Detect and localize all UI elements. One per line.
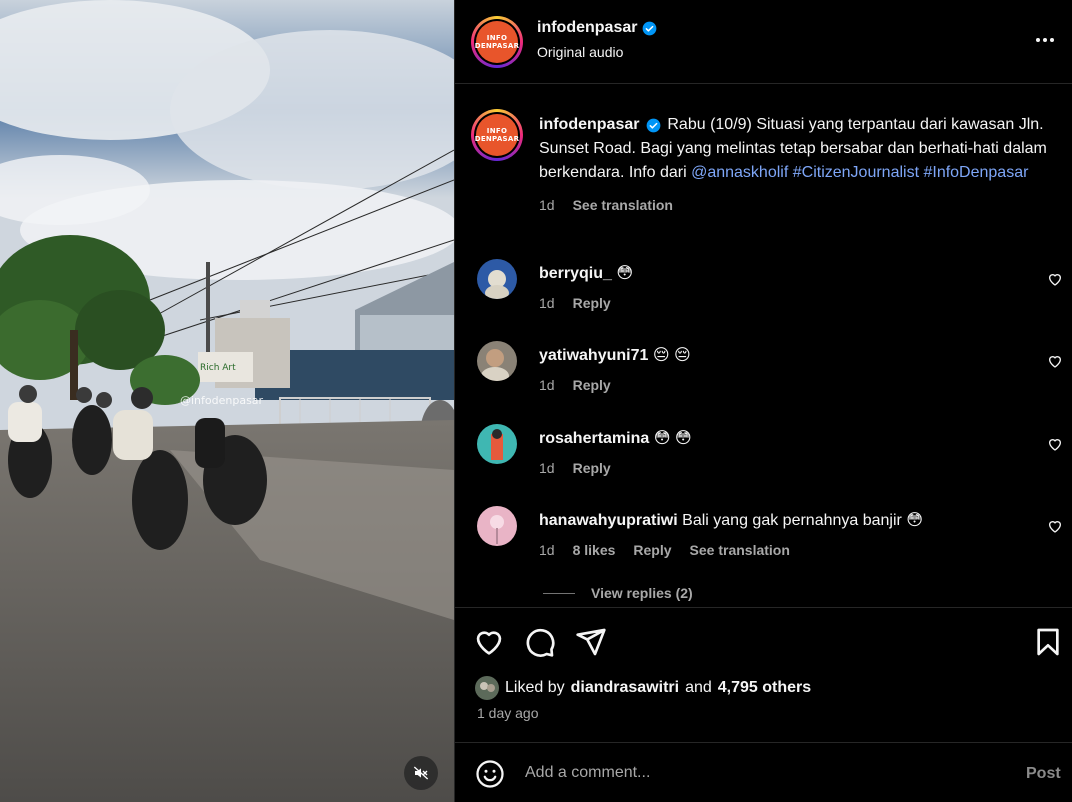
comment-body: rosahertamina 😳 😳 [539, 428, 1009, 450]
see-translation-button[interactable]: See translation [573, 193, 673, 217]
post-timestamp[interactable]: 1 day ago [477, 705, 539, 721]
liked-by-prefix: Liked by [505, 679, 565, 696]
reply-button[interactable]: Reply [573, 295, 611, 311]
verified-badge-icon [643, 21, 657, 35]
comment-meta: 1d Reply [539, 295, 611, 311]
comment-composer: Post [455, 742, 1072, 802]
comment-text: 😳 😳 [653, 430, 692, 447]
caption-author-avatar[interactable]: INFO DENPASAR [471, 109, 523, 161]
caption-hashtag[interactable]: #InfoDenpasar [923, 164, 1028, 181]
logo-text-line1: INFO [486, 34, 508, 42]
commenter-avatar[interactable] [477, 259, 517, 299]
video-watermark: @infodenpasar [180, 394, 264, 407]
post-details-panel: INFO DENPASAR infodenpasar Original audi… [454, 0, 1072, 802]
comment-body: yatiwahyuni71 😔 😔 [539, 345, 1009, 367]
comment-bubble-icon[interactable] [524, 626, 556, 658]
like-heart-icon[interactable] [473, 626, 505, 658]
see-translation-button[interactable]: See translation [690, 542, 790, 558]
comment-time[interactable]: 1d [539, 295, 555, 311]
author-username[interactable]: infodenpasar [537, 19, 637, 37]
likes-summary: Liked by diandrasawitri and 4,795 others [475, 676, 811, 700]
commenter-avatar[interactable] [477, 506, 517, 546]
like-comment-heart-icon[interactable] [1047, 271, 1063, 287]
audio-label[interactable]: Original audio [537, 44, 623, 60]
comments-list[interactable]: INFO DENPASAR infodenpasar Rabu (10/9) S… [455, 85, 1072, 607]
liked-by-others[interactable]: 4,795 others [718, 679, 811, 697]
commenter-username[interactable]: yatiwahyuni71 [539, 347, 648, 364]
comment-body: hanawahyupratiwi Bali yang gak pernahnya… [539, 510, 1009, 532]
comment-time[interactable]: 1d [539, 542, 555, 558]
svg-text:Rich Art: Rich Art [200, 363, 236, 373]
caption-hashtag[interactable]: #CitizenJournalist [793, 164, 919, 181]
post-media[interactable]: Rich Art @infodenpasar [0, 0, 454, 802]
like-comment-heart-icon[interactable] [1047, 436, 1063, 452]
commenter-avatar[interactable] [477, 424, 517, 464]
dot-icon [1050, 38, 1054, 42]
logo-text-line1: INFO [486, 127, 508, 135]
author-username-row: infodenpasar [537, 19, 657, 37]
comment-meta: 1d 8 likes Reply See translation [539, 542, 790, 558]
view-replies-label: View replies (2) [591, 585, 693, 601]
commenter-username[interactable]: hanawahyupratiwi [539, 512, 678, 529]
author-avatar[interactable]: INFO DENPASAR [471, 16, 523, 68]
post-header: INFO DENPASAR infodenpasar Original audi… [455, 0, 1072, 84]
dot-icon [1036, 38, 1040, 42]
reply-button[interactable]: Reply [573, 377, 611, 393]
comment-text: 😔 😔 [652, 347, 691, 364]
commenter-avatar[interactable] [477, 341, 517, 381]
liker-avatar[interactable] [475, 676, 499, 700]
replies-divider [543, 592, 575, 594]
logo-text-line2: DENPASAR [474, 42, 520, 50]
comment-text: Bali yang gak pernahnya banjir 😳 [682, 512, 923, 529]
caption-text: infodenpasar Rabu (10/9) Situasi yang te… [539, 113, 1059, 217]
caption-meta: 1d See translation [539, 193, 1059, 217]
comment-input[interactable] [525, 755, 985, 791]
share-paper-plane-icon[interactable] [575, 626, 607, 658]
dot-icon [1043, 38, 1047, 42]
comment-meta: 1d Reply [539, 460, 611, 476]
comment-time[interactable]: 1d [539, 377, 555, 393]
post-actions-bar [455, 607, 1072, 671]
reply-button[interactable]: Reply [573, 460, 611, 476]
commenter-username[interactable]: rosahertamina [539, 430, 649, 447]
logo-text-line2: DENPASAR [474, 135, 520, 143]
view-replies-button[interactable]: View replies (2) [543, 585, 693, 601]
more-options-button[interactable] [1031, 28, 1059, 52]
caption-mention[interactable]: @annaskholif [691, 164, 788, 181]
speaker-muted-icon [413, 766, 429, 780]
comment-body: berryqiu_ 😳 [539, 263, 1009, 285]
like-comment-heart-icon[interactable] [1047, 353, 1063, 369]
reply-button[interactable]: Reply [633, 542, 671, 558]
post-comment-button[interactable]: Post [1026, 765, 1061, 783]
caption-username[interactable]: infodenpasar [539, 116, 639, 133]
mute-button[interactable] [404, 756, 438, 790]
liked-by-and: and [685, 679, 712, 696]
comment-time[interactable]: 1d [539, 460, 555, 476]
liked-by-user[interactable]: diandrasawitri [571, 679, 679, 697]
save-bookmark-icon[interactable] [1032, 626, 1064, 658]
comment-text: 😳 [616, 265, 634, 282]
comment-meta: 1d Reply [539, 377, 611, 393]
caption-time[interactable]: 1d [539, 193, 555, 217]
emoji-picker-icon[interactable] [475, 759, 505, 789]
commenter-username[interactable]: berryqiu_ [539, 265, 612, 282]
verified-badge-icon [646, 118, 661, 133]
like-comment-heart-icon[interactable] [1047, 518, 1063, 534]
comment-likes-count[interactable]: 8 likes [573, 542, 616, 558]
